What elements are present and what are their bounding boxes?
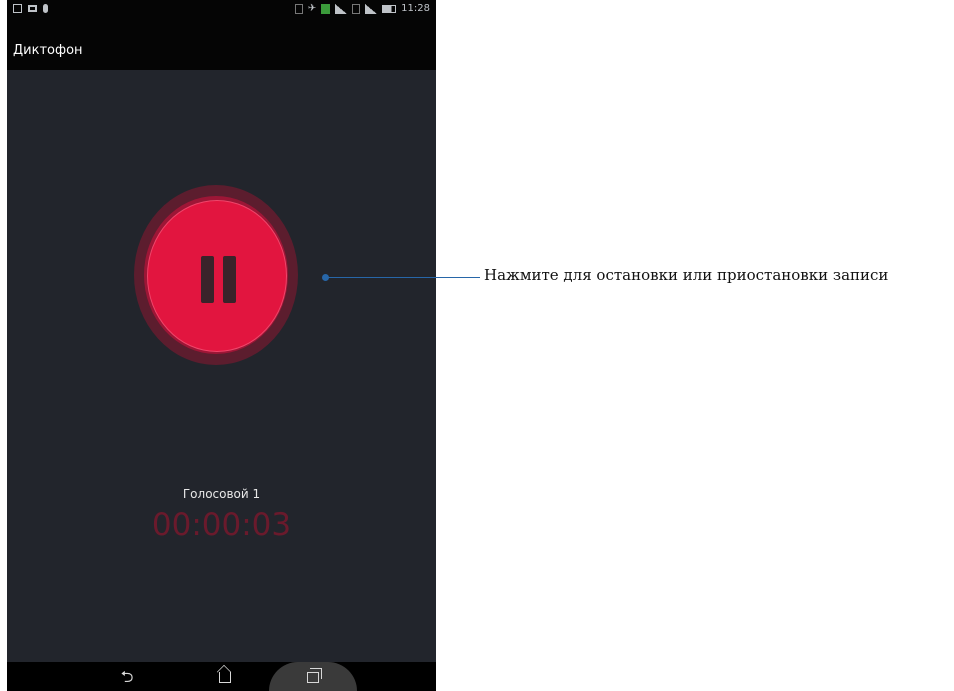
recording-name: Голосовой 1 [182, 487, 261, 501]
pause-icon [201, 256, 214, 303]
home-button[interactable] [205, 662, 245, 691]
app-bar: Диктофон [7, 20, 436, 70]
pause-recording-button[interactable] [147, 200, 287, 352]
recent-apps-icon [307, 668, 322, 683]
screen-icon [28, 5, 37, 12]
gallery-icon [13, 4, 22, 13]
airplane-icon: ✈ [307, 3, 317, 14]
battery-icon [382, 4, 397, 13]
home-icon [219, 672, 231, 683]
callout-text: Нажмите для остановки или приостановки з… [484, 266, 889, 284]
recording-timer: 00:00:03 [151, 507, 292, 543]
status-bar-left [13, 4, 48, 13]
pause-icon-bar [223, 256, 236, 303]
callout-line [328, 277, 480, 278]
navigation-bar: ⮌ [7, 662, 436, 691]
mic-icon [43, 4, 48, 13]
recent-apps-button[interactable] [269, 662, 357, 691]
vibrate-icon [294, 3, 303, 14]
status-bar: ✈ 11:28 [7, 0, 436, 20]
back-button[interactable]: ⮌ [107, 662, 147, 691]
sim-card-icon [352, 3, 361, 14]
status-bar-right: ✈ 11:28 [294, 3, 430, 14]
status-time: 11:28 [401, 3, 430, 14]
wifi-icon [365, 3, 378, 14]
signal-icon [335, 3, 348, 14]
page: ✈ 11:28 Диктофон Голосовой 1 00:00:03 ⮌ [0, 0, 954, 691]
app-title: Диктофон [13, 43, 83, 58]
back-icon: ⮌ [120, 667, 134, 686]
phone-screen: ✈ 11:28 Диктофон Голосовой 1 00:00:03 ⮌ [7, 0, 436, 691]
sim-icon [321, 3, 331, 14]
